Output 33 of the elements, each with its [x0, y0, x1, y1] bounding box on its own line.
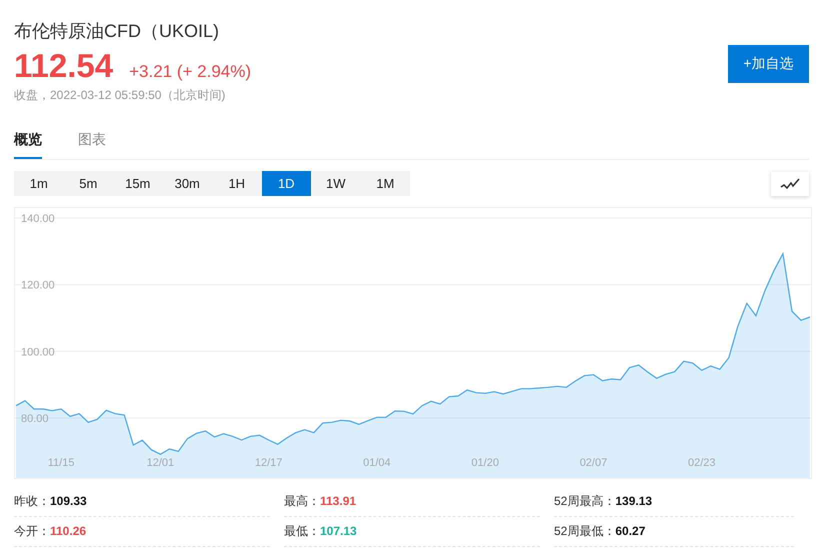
- period-button[interactable]: 1D: [262, 171, 311, 196]
- line-chart-icon: [780, 178, 800, 190]
- stat-label: 今开：: [14, 524, 50, 538]
- stat-label: 52周最高：: [554, 494, 616, 508]
- close-time: 收盘，2022-03-12 05:59:50（北京时间): [14, 87, 226, 104]
- x-axis-label: 02/23: [688, 457, 716, 469]
- x-axis-label: 12/17: [254, 457, 282, 469]
- stat-label: 昨收：: [14, 494, 50, 508]
- tab[interactable]: 概览: [14, 131, 42, 159]
- stat-value: 139.13: [615, 494, 652, 508]
- y-axis-label: 120.00: [21, 280, 55, 292]
- tab[interactable]: 图表: [78, 131, 106, 159]
- stat-value: 109.33: [50, 494, 87, 508]
- y-axis-label: 140.00: [21, 213, 55, 225]
- x-axis-label: 01/04: [363, 457, 391, 469]
- stat-value: 60.27: [615, 524, 646, 538]
- stat-value: 113.91: [320, 494, 356, 508]
- x-axis-label: 12/01: [146, 457, 174, 469]
- y-axis-label: 100.00: [21, 346, 55, 358]
- stat-value: 107.13: [320, 524, 357, 538]
- add-watchlist-button[interactable]: +加自选: [728, 45, 809, 83]
- stat-label: 最低：: [284, 524, 320, 538]
- x-axis-label: 01/20: [471, 457, 499, 469]
- stat-label: 最高：: [284, 494, 320, 508]
- x-axis-label: 02/07: [580, 457, 608, 469]
- price-change: +3.21 (+ 2.94%): [129, 62, 252, 82]
- stat-value: 110.26: [50, 524, 86, 538]
- stat-label: 52周最低：: [554, 524, 616, 538]
- instrument-title: 布伦特原油CFD（UKOIL): [14, 20, 220, 43]
- y-axis-label: 80.00: [21, 413, 49, 425]
- price-value: 112.54: [14, 47, 114, 85]
- x-axis-label: 11/15: [48, 457, 74, 469]
- chart-type-button[interactable]: [771, 172, 809, 196]
